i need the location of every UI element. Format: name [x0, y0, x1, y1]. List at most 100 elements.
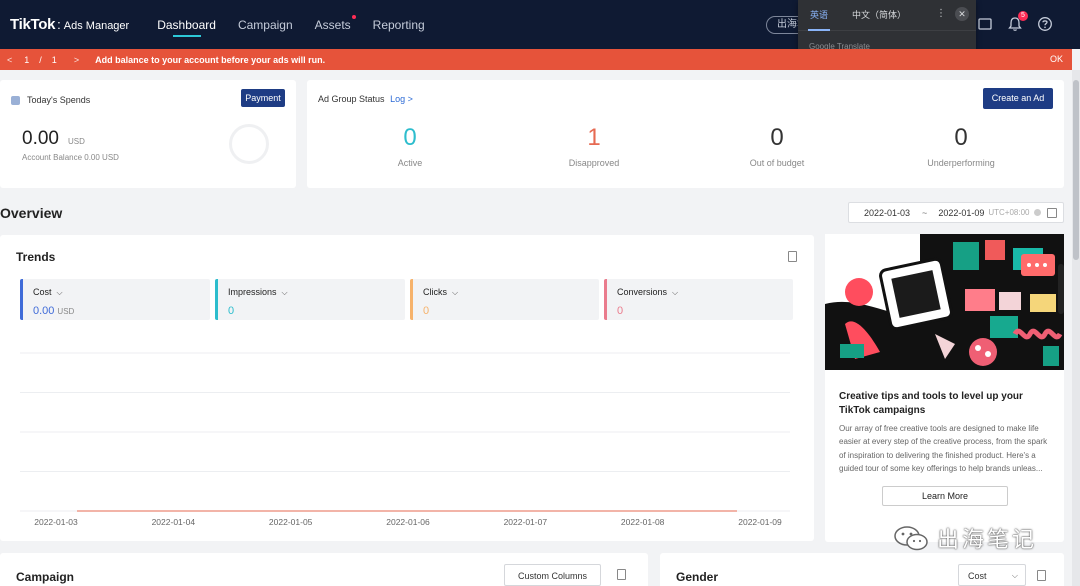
- metric-name[interactable]: Conversions ⌵: [617, 287, 678, 298]
- stat-value: 1: [587, 124, 601, 151]
- metric-value: 0.00 USD: [33, 305, 75, 317]
- promo-title: Creative tips and tools to level up your…: [839, 391, 1023, 416]
- x-tick-label: 2022-01-09: [738, 517, 782, 527]
- stat-value: 0: [403, 124, 417, 151]
- x-tick-label: 2022-01-07: [504, 517, 548, 527]
- metric-impressions[interactable]: Impressions ⌵ 0: [215, 279, 405, 320]
- export-document-icon[interactable]: [788, 251, 797, 262]
- nav-reporting[interactable]: Reporting: [373, 0, 425, 49]
- date-to: 2022-01-09: [938, 207, 985, 218]
- calendar-icon: [1047, 208, 1057, 218]
- chevron-down-icon: ⌵: [1011, 571, 1018, 580]
- alert-slash: /: [39, 54, 42, 65]
- metric-value: 0: [423, 305, 430, 317]
- payment-button[interactable]: Payment: [241, 89, 285, 107]
- metric-conversions[interactable]: Conversions ⌵ 0: [604, 279, 793, 320]
- stat-value: 0: [770, 124, 784, 151]
- nav-assets[interactable]: Assets: [315, 0, 356, 49]
- x-tick-label: 2022-01-05: [269, 517, 313, 527]
- stat-label: Underperforming: [927, 158, 995, 168]
- promo-illustration: [825, 234, 1064, 370]
- chevron-down-icon: ⌵: [56, 288, 63, 297]
- ad-group-status-title: Ad Group Status: [318, 94, 385, 104]
- alert-page: 1: [24, 54, 30, 65]
- metric-cost[interactable]: Cost ⌵ 0.00 USD: [20, 279, 210, 320]
- stat-out-of-budget[interactable]: 0 Out of budget: [727, 124, 827, 168]
- metric-color-bar: [20, 279, 23, 320]
- chevron-down-icon: ⌵: [452, 288, 459, 297]
- stat-active[interactable]: 0 Active: [360, 124, 460, 168]
- promo-text: Our array of free creative tools are des…: [839, 424, 1048, 473]
- metric-color-bar: [215, 279, 218, 320]
- new-dot: [351, 15, 356, 19]
- spend-currency: USD: [68, 137, 85, 146]
- alert-ok-button[interactable]: OK: [1050, 54, 1063, 64]
- spends-title: Today's Spends: [27, 95, 91, 105]
- tab-target-language[interactable]: 中文（简体）: [840, 0, 918, 30]
- stat-label: Active: [397, 158, 423, 168]
- alert-total: 1: [51, 54, 57, 65]
- scrollbar-thumb[interactable]: [1073, 80, 1079, 260]
- close-icon[interactable]: ✕: [955, 7, 969, 21]
- chevron-right-icon: >: [407, 94, 413, 104]
- custom-columns-button[interactable]: Custom Columns: [504, 564, 601, 586]
- timezone: UTC+08:00: [988, 208, 1030, 217]
- stat-disapproved[interactable]: 1 Disapproved: [544, 124, 644, 168]
- chevron-down-icon: ⌵: [672, 288, 679, 297]
- date-range-picker[interactable]: 2022-01-03 ~ 2022-01-09 UTC+08:00: [848, 202, 1064, 223]
- export-document-icon[interactable]: [617, 569, 626, 580]
- gender-metric-select[interactable]: Cost ⌵: [958, 564, 1026, 586]
- metric-value: 0: [228, 305, 235, 317]
- logo-product: Ads Manager: [63, 20, 130, 32]
- balance-alert: < 1 / 1 > Add balance to your account be…: [0, 49, 1072, 70]
- logo[interactable]: TikTok : Ads Manager: [10, 16, 129, 33]
- tab-source-language[interactable]: 英语: [798, 0, 840, 31]
- translate-tabs: 英语 中文（简体）: [798, 0, 976, 31]
- logo-tiktok: TikTok: [10, 16, 56, 33]
- x-tick-label: 2022-01-08: [621, 517, 665, 527]
- trends-line-chart: 2022-01-03 2022-01-04 2022-01-05 2022-01-06…: [20, 352, 790, 527]
- nav-links: Dashboard Campaign Assets Reporting: [157, 0, 446, 49]
- metric-name[interactable]: Impressions ⌵: [228, 287, 288, 298]
- overview-title: Overview: [0, 205, 63, 221]
- metric-name[interactable]: Clicks ⌵: [423, 287, 458, 298]
- create-ad-button[interactable]: Create an Ad: [983, 88, 1053, 109]
- ad-group-status-header: Ad Group Status Log >: [318, 94, 413, 104]
- more-options-icon[interactable]: ⋮: [936, 8, 946, 19]
- metric-unit: USD: [57, 307, 75, 316]
- wechat-logo-icon: [894, 526, 928, 551]
- date-separator: ~: [922, 207, 928, 218]
- prev-alert-button[interactable]: <: [7, 55, 12, 65]
- help-icon[interactable]: [1037, 16, 1053, 32]
- metric-name[interactable]: Cost ⌵: [33, 287, 63, 298]
- x-tick-label: 2022-01-06: [386, 517, 430, 527]
- logo-separator: :: [57, 17, 61, 32]
- spends-header: Today's Spends: [11, 95, 90, 105]
- carousel-handle[interactable]: [1058, 264, 1064, 314]
- next-alert-button[interactable]: >: [74, 55, 79, 65]
- learn-more-button[interactable]: Learn More: [882, 486, 1008, 506]
- metric-value: 0: [617, 305, 624, 317]
- clear-date-icon[interactable]: [1033, 209, 1041, 216]
- x-tick-label: 2022-01-03: [34, 517, 78, 527]
- spend-ring-chart: [229, 124, 269, 164]
- x-tick-label: 2022-01-04: [152, 517, 196, 527]
- notification-badge: 5: [1018, 11, 1028, 21]
- log-link[interactable]: Log >: [390, 94, 413, 104]
- spend-amount: 0.00: [22, 128, 59, 149]
- message-icon[interactable]: [977, 16, 993, 32]
- campaign-title: Campaign: [16, 570, 75, 584]
- wallet-icon: [11, 95, 20, 105]
- watermark-text: 出海笔记: [937, 528, 1038, 553]
- nav-campaign[interactable]: Campaign: [238, 0, 293, 49]
- stat-value: 0: [954, 124, 968, 151]
- stat-underperforming[interactable]: 0 Underperforming: [911, 124, 1011, 168]
- metric-clicks[interactable]: Clicks ⌵ 0: [410, 279, 599, 320]
- metric-color-bar: [410, 279, 413, 320]
- trends-title: Trends: [16, 250, 56, 264]
- alert-message: Add balance to your account before your …: [95, 54, 326, 65]
- page-scrollbar[interactable]: [1072, 70, 1080, 586]
- watermark: 出海笔记: [893, 522, 1037, 554]
- nav-dashboard[interactable]: Dashboard: [157, 0, 216, 49]
- export-document-icon[interactable]: [1037, 570, 1046, 581]
